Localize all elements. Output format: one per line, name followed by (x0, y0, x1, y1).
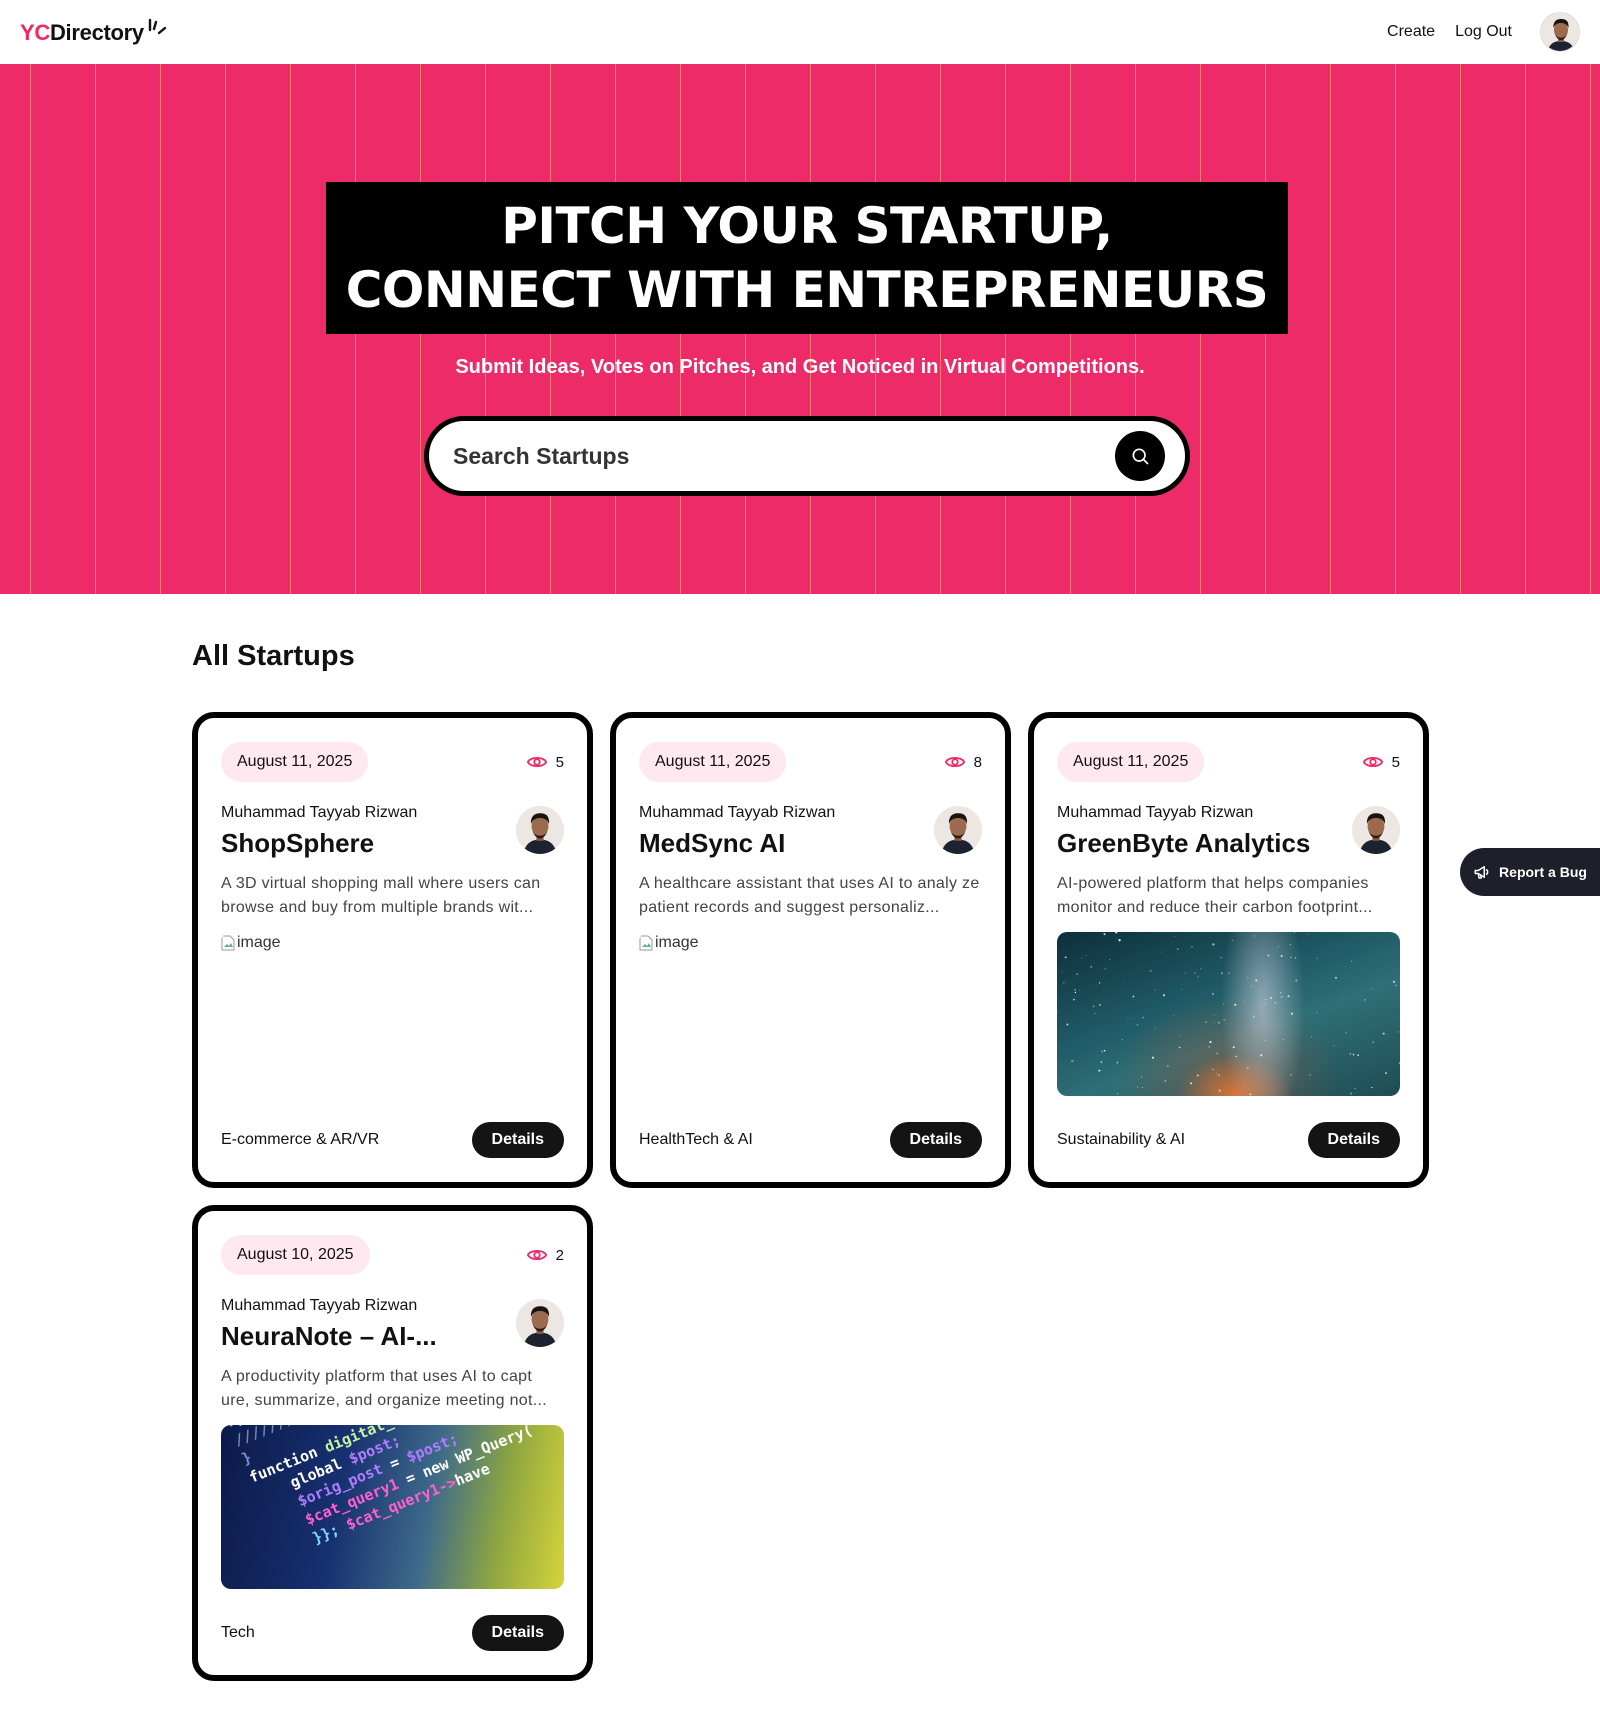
code-photo: $post_query wp_reset_query(); //////////… (221, 1425, 564, 1589)
author-name[interactable]: Muhammad Tayyab Rizwan (221, 804, 417, 822)
startup-image[interactable]: image (639, 932, 982, 1096)
date-badge: August 10, 2025 (221, 1235, 370, 1275)
author-avatar[interactable] (516, 1299, 564, 1347)
views-count: 8 (944, 751, 982, 773)
eye-icon (1362, 756, 1383, 768)
startup-image[interactable]: image (221, 932, 564, 1096)
eye-icon (526, 756, 547, 768)
startup-description: A healthcare assistant that uses AI to a… (639, 875, 980, 916)
avatar-person-icon (516, 1299, 564, 1347)
category-label[interactable]: E-commerce & AR/VR (221, 1131, 379, 1149)
eye-icon (526, 1249, 547, 1261)
category-label[interactable]: Tech (221, 1624, 255, 1642)
hero-section: Pitch Your Startup, Connect With Entrepr… (0, 64, 1600, 594)
startup-card: August 11, 2025 8 Muhammad Tayyab Rizwan… (610, 712, 1011, 1188)
startup-description: A 3D virtual shopping mall where users c… (221, 875, 541, 916)
category-label[interactable]: Sustainability & AI (1057, 1131, 1185, 1149)
date-badge: August 11, 2025 (221, 742, 369, 782)
startup-description: A productivity platform that uses AI to … (221, 1368, 547, 1409)
views-count: 2 (526, 1244, 564, 1266)
startup-title[interactable]: MedSync AI (639, 828, 835, 859)
details-button[interactable]: Details (1307, 1122, 1400, 1158)
date-badge: August 11, 2025 (639, 742, 787, 782)
eye-icon (944, 756, 965, 768)
logo-rays-icon (148, 18, 167, 35)
author-name[interactable]: Muhammad Tayyab Rizwan (221, 1297, 437, 1315)
author-name[interactable]: Muhammad Tayyab Rizwan (1057, 804, 1310, 822)
broken-image: image (639, 932, 982, 952)
startup-card: August 10, 2025 2 Muhammad Tayyab Rizwan… (192, 1205, 593, 1681)
details-button[interactable]: Details (471, 1122, 564, 1158)
user-avatar[interactable] (1540, 12, 1580, 52)
avatar-person-icon (1352, 806, 1400, 854)
views-count: 5 (1362, 751, 1400, 773)
search-input[interactable] (453, 442, 1115, 470)
search-icon (1132, 448, 1149, 465)
category-label[interactable]: HealthTech & AI (639, 1131, 753, 1149)
startup-card: August 11, 2025 5 Muhammad Tayyab Rizwan… (192, 712, 593, 1188)
report-bug-button[interactable]: Report a Bug (1460, 848, 1600, 896)
avatar-person-icon (516, 806, 564, 854)
author-avatar[interactable] (1352, 806, 1400, 854)
avatar-person-icon (1541, 13, 1579, 51)
details-button[interactable]: Details (889, 1122, 982, 1158)
startup-title[interactable]: ShopSphere (221, 828, 417, 859)
create-link[interactable]: Create (1387, 23, 1435, 41)
hero-subtitle: Submit Ideas, Votes on Pitches, and Get … (455, 356, 1145, 378)
broken-image-icon (221, 935, 235, 951)
views-count: 5 (526, 751, 564, 773)
startup-title[interactable]: NeuraNote – AI-... (221, 1321, 437, 1352)
author-avatar[interactable] (934, 806, 982, 854)
startup-image[interactable] (1057, 932, 1400, 1096)
startup-description: AI-powered platform that helps companies… (1057, 875, 1373, 916)
logout-link[interactable]: Log Out (1455, 23, 1512, 41)
broken-image: image (221, 932, 564, 952)
search-form (424, 416, 1190, 496)
startup-title[interactable]: GreenByte Analytics (1057, 828, 1310, 859)
hero-heading: Pitch Your Startup, Connect With Entrepr… (326, 182, 1288, 334)
startup-card: August 11, 2025 5 Muhammad Tayyab Rizwan… (1028, 712, 1429, 1188)
date-badge: August 11, 2025 (1057, 742, 1205, 782)
section-title: All Startups (192, 640, 355, 672)
startup-image[interactable]: $post_query wp_reset_query(); //////////… (221, 1425, 564, 1589)
navbar: YC Directory Create Log Out (0, 0, 1600, 64)
megaphone-icon (1474, 866, 1489, 879)
avatar-person-icon (934, 806, 982, 854)
author-name[interactable]: Muhammad Tayyab Rizwan (639, 804, 835, 822)
nav-links: Create Log Out (1387, 12, 1580, 52)
logo[interactable]: YC Directory (20, 18, 168, 46)
broken-image-icon (639, 935, 653, 951)
details-button[interactable]: Details (471, 1615, 564, 1651)
author-avatar[interactable] (516, 806, 564, 854)
search-button[interactable] (1115, 431, 1165, 481)
